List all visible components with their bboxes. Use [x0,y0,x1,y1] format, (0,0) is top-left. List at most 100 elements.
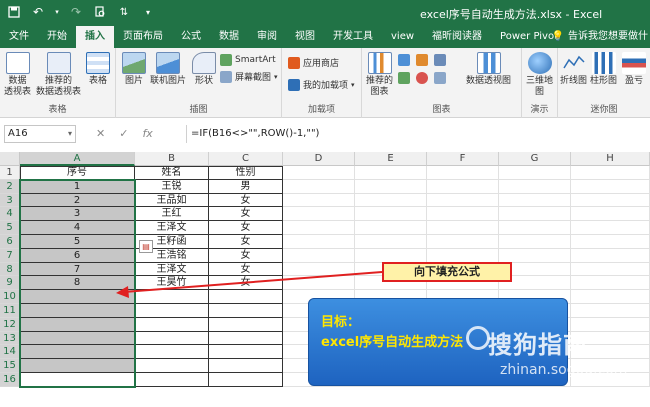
cell-h10[interactable] [571,290,650,304]
tab-view-addin[interactable]: view [382,26,423,48]
cell-c1[interactable]: 性别 [209,166,283,180]
3d-map-button[interactable]: 三维地 图 [526,52,553,98]
cell-a14[interactable] [20,345,135,360]
cell-a7[interactable]: 6 [20,248,135,263]
cell-b3[interactable]: 王品如 [135,193,209,208]
cell-c14[interactable] [209,345,283,360]
cell-a11[interactable] [20,304,135,318]
save-icon[interactable] [6,4,22,20]
cell-g7[interactable] [499,248,571,263]
cell-h3[interactable] [571,193,650,208]
statistic-chart-icon[interactable] [434,54,446,66]
cell-d9[interactable] [283,276,355,291]
row-header-7[interactable]: 7 [0,248,20,263]
cell-h8[interactable] [571,262,650,277]
enter-icon[interactable]: ✓ [119,125,128,143]
tab-data[interactable]: 数据 [210,26,248,48]
column-header-e[interactable]: E [355,152,427,166]
cell-d1[interactable] [283,166,355,180]
pivot-chart-button[interactable]: 数据透视图 [466,52,511,87]
tab-developer[interactable]: 开发工具 [324,26,382,48]
pivot-table-button[interactable]: 数据 透视表 [4,52,31,98]
undo-icon[interactable]: ↶ [30,4,46,20]
online-pictures-button[interactable]: 联机图片 [150,52,186,87]
row-header-12[interactable]: 12 [0,317,20,332]
undo-dropdown-icon[interactable]: ▾ [54,4,60,20]
cell-c8[interactable]: 女 [209,262,283,277]
cell-d8[interactable] [283,262,355,277]
cell-f3[interactable] [427,193,499,208]
sparkline-line-button[interactable]: 折线图 [560,52,587,87]
cell-e5[interactable] [355,221,427,235]
formula-input[interactable]: =IF(B16<>"",ROW()-1,"") [186,125,646,143]
select-all-corner[interactable] [0,152,20,166]
tell-me-box[interactable]: 💡 告诉我您想要做什 [552,26,650,48]
cell-c10[interactable] [209,290,283,304]
cell-d5[interactable] [283,221,355,235]
cell-a6[interactable]: 5 [20,235,135,249]
cell-a9[interactable]: 8 [20,276,135,291]
row-header-6[interactable]: 6 [0,235,20,249]
cell-f6[interactable] [427,235,499,249]
cell-e2[interactable] [355,179,427,194]
cell-h11[interactable] [571,304,650,318]
column-header-h[interactable]: H [571,152,650,166]
cell-f1[interactable] [427,166,499,180]
row-header-11[interactable]: 11 [0,304,20,318]
cell-b1[interactable]: 姓名 [135,166,209,180]
row-header-15[interactable]: 15 [0,359,20,373]
cell-h5[interactable] [571,221,650,235]
row-header-8[interactable]: 8 [0,262,20,277]
tab-review[interactable]: 审阅 [248,26,286,48]
cell-h2[interactable] [571,179,650,194]
cell-e4[interactable] [355,207,427,222]
cell-d6[interactable] [283,235,355,249]
cell-g1[interactable] [499,166,571,180]
column-header-b[interactable]: B [135,152,209,166]
chevron-down-icon[interactable]: ▾ [68,126,72,142]
paste-options-icon[interactable]: ▤ [139,240,153,253]
column-header-c[interactable]: C [209,152,283,166]
cell-b4[interactable]: 王红 [135,207,209,222]
cell-b2[interactable]: 王锐 [135,179,209,194]
column-header-g[interactable]: G [499,152,571,166]
tab-foxit-reader[interactable]: 福昕阅读器 [423,26,491,48]
print-preview-icon[interactable] [92,4,108,20]
cell-a1[interactable]: 序号 [20,166,135,180]
cell-d3[interactable] [283,193,355,208]
redo-icon[interactable]: ↷ [68,4,84,20]
name-box[interactable]: A16 ▾ [4,125,76,143]
row-header-13[interactable]: 13 [0,331,20,346]
store-button[interactable]: 应用商店 [288,56,339,69]
cell-h6[interactable] [571,235,650,249]
row-header-2[interactable]: 2 [0,179,20,194]
recommended-pivot-button[interactable]: 推荐的 数据透视表 [36,52,81,98]
cell-a8[interactable]: 7 [20,262,135,277]
cell-b5[interactable]: 王泽文 [135,221,209,235]
my-addins-button[interactable]: 我的加载项 ▾ [288,78,355,91]
row-header-4[interactable]: 4 [0,207,20,222]
cell-f5[interactable] [427,221,499,235]
cell-g4[interactable] [499,207,571,222]
line-chart-icon[interactable] [398,72,410,84]
cell-b12[interactable] [135,317,209,332]
screenshot-button[interactable]: 屏幕截图 ▾ [220,70,278,83]
cell-a4[interactable]: 3 [20,207,135,222]
cell-e3[interactable] [355,193,427,208]
cell-c13[interactable] [209,331,283,346]
row-header-3[interactable]: 3 [0,193,20,208]
cell-f2[interactable] [427,179,499,194]
cell-c2[interactable]: 男 [209,179,283,194]
cell-c11[interactable] [209,304,283,318]
cell-c9[interactable]: 女 [209,276,283,291]
column-header-f[interactable]: F [427,152,499,166]
cell-b9[interactable]: 王昊竹 [135,276,209,291]
cell-b13[interactable] [135,331,209,346]
cell-e6[interactable] [355,235,427,249]
cell-c6[interactable]: 女 [209,235,283,249]
tab-home[interactable]: 开始 [38,26,76,48]
row-header-16[interactable]: 16 [0,373,20,387]
cell-b15[interactable] [135,359,209,373]
column-chart-icon[interactable] [398,54,410,66]
cell-c7[interactable]: 女 [209,248,283,263]
